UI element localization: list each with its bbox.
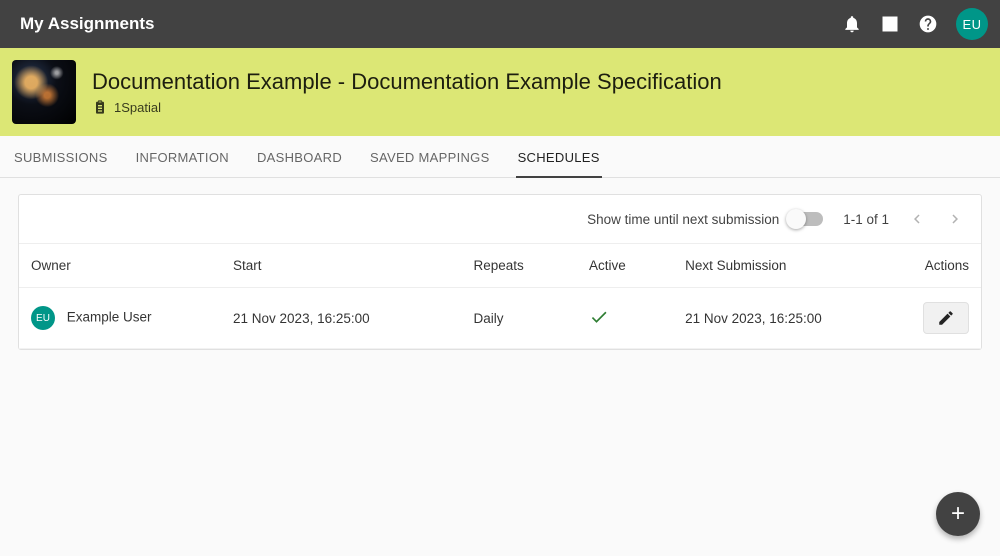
tab-dashboard[interactable]: DASHBOARD	[255, 136, 344, 177]
col-start: Start	[221, 244, 462, 288]
col-actions: Actions	[904, 244, 981, 288]
tabs: SUBMISSIONS INFORMATION DASHBOARD SAVED …	[0, 136, 1000, 178]
assignment-title: Documentation Example - Documentation Ex…	[92, 69, 722, 95]
page-title: My Assignments	[20, 14, 842, 34]
cell-owner: EU Example User	[19, 288, 221, 349]
assignment-org-label: 1Spatial	[114, 100, 161, 115]
pager-next-button[interactable]	[941, 205, 969, 233]
assignment-org: 1Spatial	[92, 99, 722, 115]
table-row: EU Example User 21 Nov 2023, 16:25:00 Da…	[19, 288, 981, 349]
help-icon[interactable]	[918, 14, 938, 34]
cell-active	[577, 288, 673, 349]
owner-name: Example User	[67, 310, 152, 325]
schedules-table: Owner Start Repeats Active Next Submissi…	[19, 244, 981, 349]
assignment-heading: Documentation Example - Documentation Ex…	[92, 69, 722, 115]
edit-button[interactable]	[923, 302, 969, 334]
tab-information[interactable]: INFORMATION	[134, 136, 231, 177]
pager-prev-button[interactable]	[903, 205, 931, 233]
tab-schedules[interactable]: SCHEDULES	[516, 136, 602, 177]
show-time-toggle[interactable]	[789, 212, 823, 226]
pencil-icon	[937, 309, 955, 327]
assignment-hero: Documentation Example - Documentation Ex…	[0, 48, 1000, 136]
pager-label: 1-1 of 1	[843, 212, 889, 227]
col-owner: Owner	[19, 244, 221, 288]
col-next: Next Submission	[673, 244, 904, 288]
bar-chart-icon[interactable]	[880, 14, 900, 34]
topbar-actions: EU	[842, 8, 988, 40]
cell-next: 21 Nov 2023, 16:25:00	[673, 288, 904, 349]
tab-submissions[interactable]: SUBMISSIONS	[12, 136, 110, 177]
tab-saved-mappings[interactable]: SAVED MAPPINGS	[368, 136, 492, 177]
clipboard-icon	[92, 99, 108, 115]
col-active: Active	[577, 244, 673, 288]
chevron-left-icon	[908, 210, 926, 228]
notifications-icon[interactable]	[842, 14, 862, 34]
check-icon	[589, 307, 609, 327]
col-repeats: Repeats	[462, 244, 577, 288]
cell-actions	[904, 288, 981, 349]
cell-repeats: Daily	[462, 288, 577, 349]
assignment-thumbnail	[12, 60, 76, 124]
owner-avatar: EU	[31, 306, 55, 330]
add-schedule-fab[interactable]: +	[936, 492, 980, 536]
schedules-toolbar: Show time until next submission 1-1 of 1	[19, 195, 981, 244]
schedules-card: Show time until next submission 1-1 of 1…	[18, 194, 982, 350]
toggle-label: Show time until next submission	[587, 212, 779, 227]
user-avatar[interactable]: EU	[956, 8, 988, 40]
cell-start: 21 Nov 2023, 16:25:00	[221, 288, 462, 349]
chevron-right-icon	[946, 210, 964, 228]
topbar: My Assignments EU	[0, 0, 1000, 48]
